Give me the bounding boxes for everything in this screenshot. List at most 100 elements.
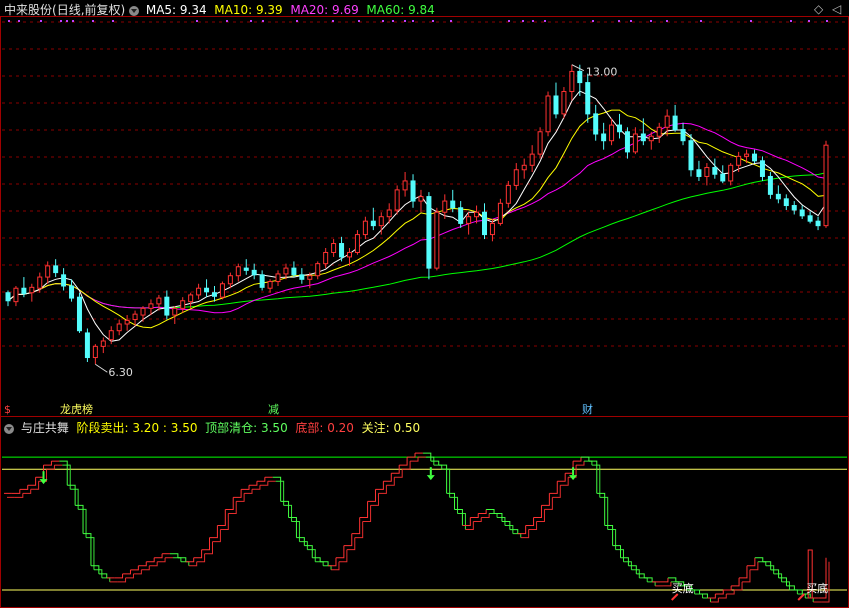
indicator-step (312, 557, 321, 562)
candle-body (775, 193, 781, 200)
candle-body (656, 126, 662, 137)
candle-body (529, 153, 535, 166)
signal-dot (72, 20, 74, 22)
indicator-step-shadow (220, 513, 229, 531)
candle-body (156, 297, 162, 305)
signal-dot (382, 20, 384, 22)
candle-body (609, 124, 615, 142)
candle-body (331, 243, 337, 253)
candle-body (235, 266, 241, 277)
signal-dot (432, 20, 434, 22)
signal-dot (790, 20, 792, 22)
indicator-step-shadow (576, 461, 585, 466)
candle-body (251, 269, 257, 276)
indicator-step (130, 565, 139, 571)
indicator-step (177, 557, 187, 562)
candle-body (204, 287, 210, 293)
sell-arrow-head (426, 475, 435, 481)
candle-body (545, 95, 551, 133)
indicator-step (114, 573, 124, 579)
indicator-step (470, 513, 479, 518)
candle-body (5, 292, 11, 302)
indicator-step-shadow (125, 573, 134, 579)
signal-dot (358, 20, 360, 22)
indicator-step-shadow (702, 597, 711, 602)
candle-body (315, 263, 321, 277)
indicator-step-shadow (307, 549, 316, 562)
indicator-step (19, 485, 29, 490)
indicator-step (11, 489, 21, 494)
signal-dot (92, 20, 94, 22)
indicator-step-shadow (362, 505, 372, 522)
candle-body (116, 323, 122, 332)
indicator-step-shadow (252, 485, 261, 490)
candle-body (100, 340, 106, 347)
indicator-step (486, 508, 495, 514)
indicator-step (217, 509, 226, 527)
event-marker: 龙虎榜 (60, 402, 93, 416)
candle-body (648, 135, 654, 142)
min-price-pointer (95, 363, 108, 373)
signal-dot (650, 20, 652, 22)
indicator-step-shadow (117, 577, 127, 583)
indicator-step (249, 481, 258, 486)
candle-body (497, 202, 503, 224)
candle-body (553, 95, 559, 115)
candle-body (140, 307, 146, 316)
candle-body (823, 144, 829, 227)
candle-body (752, 153, 758, 162)
signal-dot (392, 20, 394, 22)
indicator-step-shadow (639, 577, 648, 582)
candle-body (807, 215, 813, 222)
signal-dot (404, 20, 406, 22)
indicator-step-shadow (481, 513, 490, 518)
candle-body (466, 216, 472, 224)
candle-body (69, 285, 75, 299)
indicator-step-shadow (805, 597, 814, 602)
candle-body (744, 153, 750, 157)
candle-body (561, 91, 567, 115)
indicator-step (454, 508, 463, 526)
signal-dot (196, 20, 198, 22)
candle-body (76, 296, 82, 332)
candle-body (704, 167, 710, 177)
candle-body (434, 211, 440, 269)
min-price-label: 6.30 (108, 366, 133, 379)
indicator-step-shadow (512, 533, 522, 538)
indicator-step-shadow (410, 457, 419, 462)
candle-body (291, 267, 297, 276)
indicator-step (565, 461, 574, 474)
candle-body (378, 216, 384, 227)
indicator-step (407, 453, 416, 458)
indicator-step-shadow (22, 489, 32, 494)
indicator-step (383, 473, 392, 482)
candle-body (45, 265, 51, 278)
candle-body (346, 251, 352, 258)
signal-dot (60, 20, 62, 22)
candle-body (219, 283, 225, 298)
candle-body (640, 133, 646, 142)
candle-body (767, 175, 773, 195)
candle-body (537, 131, 543, 155)
candle-body (370, 220, 376, 227)
indicator-step-shadow (70, 488, 79, 510)
signal-dot (630, 20, 632, 22)
indicator-step (35, 465, 45, 478)
indicator-step (367, 489, 376, 502)
indicator-step (478, 509, 487, 514)
indicator-step-shadow (647, 581, 656, 586)
candle-body (362, 220, 368, 236)
buy-arrow (797, 593, 805, 601)
ma10-line (7, 109, 827, 329)
indicator-step-shadow (607, 529, 617, 550)
indicator-step-shadow (663, 581, 672, 587)
indicator-step-shadow (370, 493, 379, 506)
indicator-step (636, 573, 645, 578)
stock-chart[interactable]: 13.00 6.30 $ 龙虎榜 减 财买底 买底 (0, 0, 849, 608)
candle-body (402, 180, 408, 191)
indicator-step (525, 517, 535, 527)
indicator-step (580, 456, 590, 462)
candle-body (474, 211, 480, 218)
indicator-step (288, 517, 297, 538)
candle-body (791, 205, 797, 211)
